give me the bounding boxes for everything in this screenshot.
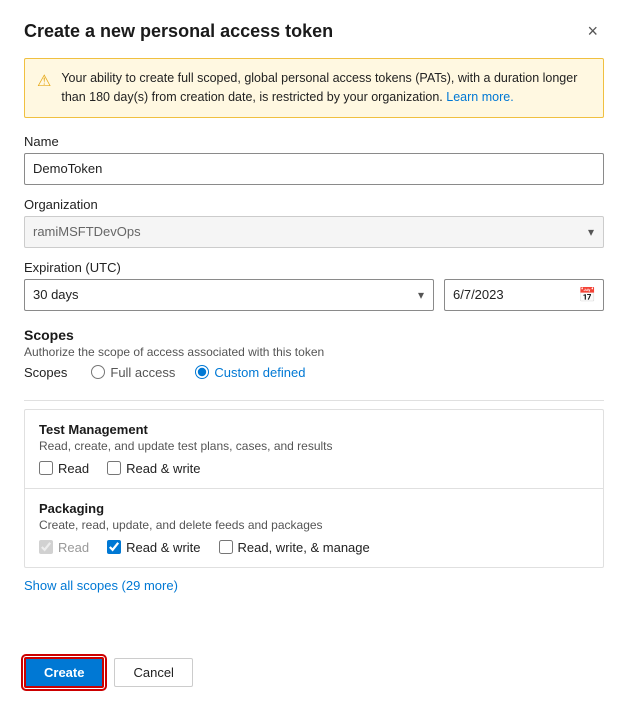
packaging-readwrite-checkbox-label[interactable]: Read & write [107,540,200,555]
custom-defined-radio-label[interactable]: Custom defined [195,365,305,380]
packaging-desc: Create, read, update, and delete feeds a… [39,518,589,532]
test-read-label: Read [58,461,89,476]
packaging-read-checkbox-label[interactable]: Read [39,540,89,555]
modal-container: Create a new personal access token × ⚠ Y… [0,0,628,708]
organization-select[interactable]: ramiMSFTDevOps [24,216,604,248]
warning-icon: ⚠ [37,70,51,94]
test-readwrite-checkbox[interactable] [107,461,121,475]
packaging-name: Packaging [39,501,589,516]
close-button[interactable]: × [581,20,604,42]
cancel-button[interactable]: Cancel [114,658,192,687]
test-management-name: Test Management [39,422,589,437]
test-readwrite-checkbox-label[interactable]: Read & write [107,461,200,476]
test-management-checkboxes: Read Read & write [39,461,589,476]
packaging-readwritemanage-label: Read, write, & manage [238,540,370,555]
scope-panel: Test Management Read, create, and update… [24,409,604,568]
duration-select-wrapper: 30 days 60 days 90 days 180 days 1 year … [24,279,434,311]
test-management-desc: Read, create, and update test plans, cas… [39,439,589,453]
expiration-label: Expiration (UTC) [24,260,604,275]
modal-title: Create a new personal access token [24,21,333,42]
packaging-readwritemanage-checkbox[interactable] [219,540,233,554]
custom-defined-radio[interactable] [195,365,209,379]
full-access-text: Full access [110,365,175,380]
name-input[interactable] [24,153,604,185]
divider-1 [24,400,604,401]
organization-select-wrapper: ramiMSFTDevOps ▾ [24,216,604,248]
packaging-read-checkbox [39,540,53,554]
scope-panel-inner: Test Management Read, create, and update… [25,410,603,567]
learn-more-link[interactable]: Learn more. [446,90,513,104]
test-read-checkbox-label[interactable]: Read [39,461,89,476]
packaging-readwritemanage-checkbox-label[interactable]: Read, write, & manage [219,540,370,555]
scopes-title: Scopes [24,327,604,343]
scope-item-packaging: Packaging Create, read, update, and dele… [25,489,603,567]
warning-text: Your ability to create full scoped, glob… [61,69,591,107]
date-input-wrapper: 📅 [444,279,604,311]
scopes-radio-label: Scopes [24,365,67,380]
scopes-description: Authorize the scope of access associated… [24,345,604,359]
full-access-radio-label[interactable]: Full access [91,365,175,380]
expiration-row: 30 days 60 days 90 days 180 days 1 year … [24,279,604,311]
warning-box: ⚠ Your ability to create full scoped, gl… [24,58,604,118]
test-readwrite-label: Read & write [126,461,200,476]
scopes-radio-row: Scopes Full access Custom defined [24,365,604,380]
name-label: Name [24,134,604,149]
packaging-readwrite-checkbox[interactable] [107,540,121,554]
footer-row: Create Cancel [24,649,604,688]
packaging-read-label: Read [58,540,89,555]
packaging-checkboxes: Read Read & write Read, write, & manage [39,540,589,555]
date-input[interactable] [444,279,604,311]
duration-select[interactable]: 30 days 60 days 90 days 180 days 1 year … [24,279,434,311]
create-button[interactable]: Create [24,657,104,688]
test-read-checkbox[interactable] [39,461,53,475]
organization-label: Organization [24,197,604,212]
custom-defined-text: Custom defined [214,365,305,380]
modal-header: Create a new personal access token × [24,20,604,42]
scopes-section: Scopes Authorize the scope of access ass… [24,327,604,384]
show-all-scopes-link[interactable]: Show all scopes (29 more) [24,578,604,593]
scope-item-test-management: Test Management Read, create, and update… [25,410,603,489]
packaging-readwrite-label: Read & write [126,540,200,555]
full-access-radio[interactable] [91,365,105,379]
